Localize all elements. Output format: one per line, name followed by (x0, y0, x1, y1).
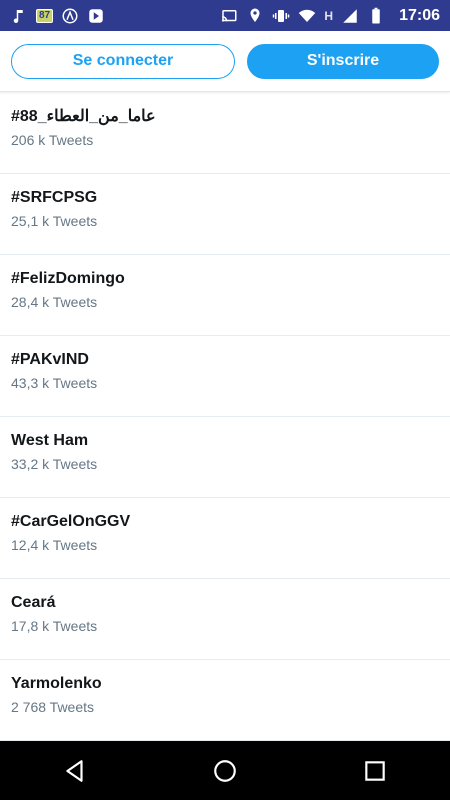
recents-button[interactable] (355, 751, 395, 791)
recents-icon (365, 760, 385, 781)
battery-icon (367, 7, 385, 25)
wifi-icon (298, 7, 316, 25)
signup-button[interactable]: S'inscrire (247, 43, 439, 79)
location-icon (246, 7, 264, 25)
system-nav-bar (0, 741, 450, 800)
notification-icon (87, 7, 105, 25)
trend-count: 43,3 k Tweets (11, 375, 98, 391)
trend-name: #PAKvIND (11, 351, 89, 368)
trend-name: Ceará (11, 594, 56, 611)
auth-bar: Se connecter S'inscrire (0, 31, 450, 92)
music-icon (10, 7, 28, 25)
app-icon (61, 7, 79, 25)
trend-item[interactable]: Yarmolenko 2 768 Tweets (0, 660, 450, 741)
trend-item[interactable]: #PAKvIND 43,3 k Tweets (0, 336, 450, 417)
battery-percent-badge: 87 (36, 8, 54, 23)
back-icon (66, 759, 83, 782)
trend-name: #CarGelOnGGV (11, 513, 131, 530)
trend-count: 17,8 k Tweets (11, 618, 98, 634)
home-button[interactable] (205, 751, 245, 791)
login-button[interactable]: Se connecter (11, 43, 235, 79)
trend-item[interactable]: Ceará 17,8 k Tweets (0, 579, 450, 660)
trend-count: 12,4 k Tweets (11, 537, 98, 553)
home-icon (214, 759, 236, 782)
trends-list: #88_عاما_من_العطاء 206 k Tweets #SRFCPSG… (0, 93, 450, 741)
signal-icon (341, 7, 359, 25)
trend-item[interactable]: #CarGelOnGGV 12,4 k Tweets (0, 498, 450, 579)
status-right-icons: H 17:06 (220, 7, 440, 25)
trend-name: West Ham (11, 432, 89, 449)
trend-name: #88_عاما_من_العطاء (11, 108, 156, 125)
trend-name: #FelizDomingo (11, 270, 125, 287)
cast-icon (220, 7, 238, 25)
trend-item[interactable]: West Ham 33,2 k Tweets (0, 417, 450, 498)
clock: 17:06 (399, 6, 440, 24)
trend-count: 28,4 k Tweets (11, 294, 98, 310)
back-button[interactable] (55, 751, 95, 791)
status-left-icons: 87 (10, 7, 105, 25)
trend-name: Yarmolenko (11, 675, 102, 692)
vibrate-icon (272, 7, 290, 25)
trend-item[interactable]: #SRFCPSG 25,1 k Tweets (0, 174, 450, 255)
network-type: H (324, 8, 334, 23)
trend-item[interactable]: #88_عاما_من_العطاء 206 k Tweets (0, 93, 450, 174)
trend-count: 33,2 k Tweets (11, 456, 98, 472)
trend-count: 206 k Tweets (11, 132, 94, 148)
trend-count: 2 768 Tweets (11, 699, 95, 715)
trend-count: 25,1 k Tweets (11, 213, 98, 229)
trend-name: #SRFCPSG (11, 189, 98, 206)
trend-item[interactable]: #FelizDomingo 28,4 k Tweets (0, 255, 450, 336)
status-bar: 87 H 17:06 (0, 0, 450, 31)
